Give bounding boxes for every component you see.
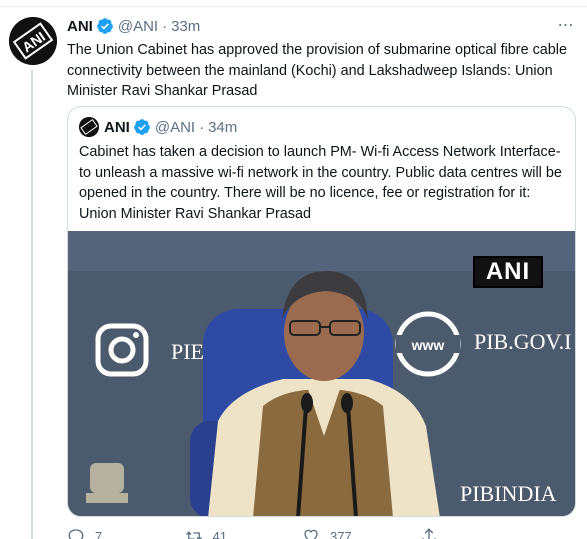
reply-count: 7 [95, 528, 103, 539]
author-handle[interactable]: @ANI [118, 18, 158, 35]
backdrop-text-url: PIB.GOV.I [474, 329, 572, 354]
author-name[interactable]: ANI [67, 18, 93, 35]
avatar[interactable]: ANI [9, 17, 57, 65]
quoted-text: Cabinet has taken a decision to launch P… [79, 144, 562, 222]
more-options-icon[interactable]: ⋯ [556, 15, 576, 35]
quoted-timestamp: 34m [208, 118, 238, 136]
backdrop-text-bottom: PIBINDIA [460, 481, 557, 506]
reply-icon [68, 529, 84, 539]
retweet-icon [185, 531, 202, 539]
quoted-verified-badge-icon [133, 119, 150, 135]
share-icon [421, 528, 436, 539]
retweet-button[interactable]: 41 [185, 527, 303, 539]
ani-watermark: ANI [473, 256, 543, 288]
share-button[interactable] [420, 527, 538, 539]
action-bar: 7 41 377 [67, 526, 537, 539]
tweet-timestamp[interactable]: 33m [171, 18, 200, 35]
header-separator: · [162, 17, 168, 35]
thread-line [31, 70, 33, 539]
heart-icon [304, 529, 318, 539]
backdrop-text-left: PIE [171, 339, 204, 364]
top-divider [0, 6, 587, 7]
reply-button[interactable]: 7 [67, 527, 185, 539]
quoted-header: ANI @ANI · 34m [79, 117, 237, 137]
like-button[interactable]: 377 [302, 527, 420, 539]
quoted-tweet[interactable]: ANI @ANI · 34m Cabinet has taken a decis… [67, 106, 576, 517]
like-count: 377 [330, 528, 352, 539]
quoted-author-name: ANI [104, 118, 130, 136]
tweet-text: The Union Cabinet has approved the provi… [67, 42, 567, 99]
verified-badge-icon [96, 18, 113, 34]
tweet-header: ANI @ANI · 33m [67, 16, 200, 36]
quoted-photo[interactable]: www ANI PIE PIB.GOV.I PIBINDIA [68, 231, 575, 516]
quoted-author-handle: @ANI [154, 118, 196, 136]
quoted-avatar [79, 117, 99, 137]
quoted-header-separator: · [199, 118, 205, 136]
national-emblem-icon [86, 463, 128, 503]
svg-text:www: www [411, 337, 445, 353]
retweet-count: 41 [212, 528, 227, 539]
